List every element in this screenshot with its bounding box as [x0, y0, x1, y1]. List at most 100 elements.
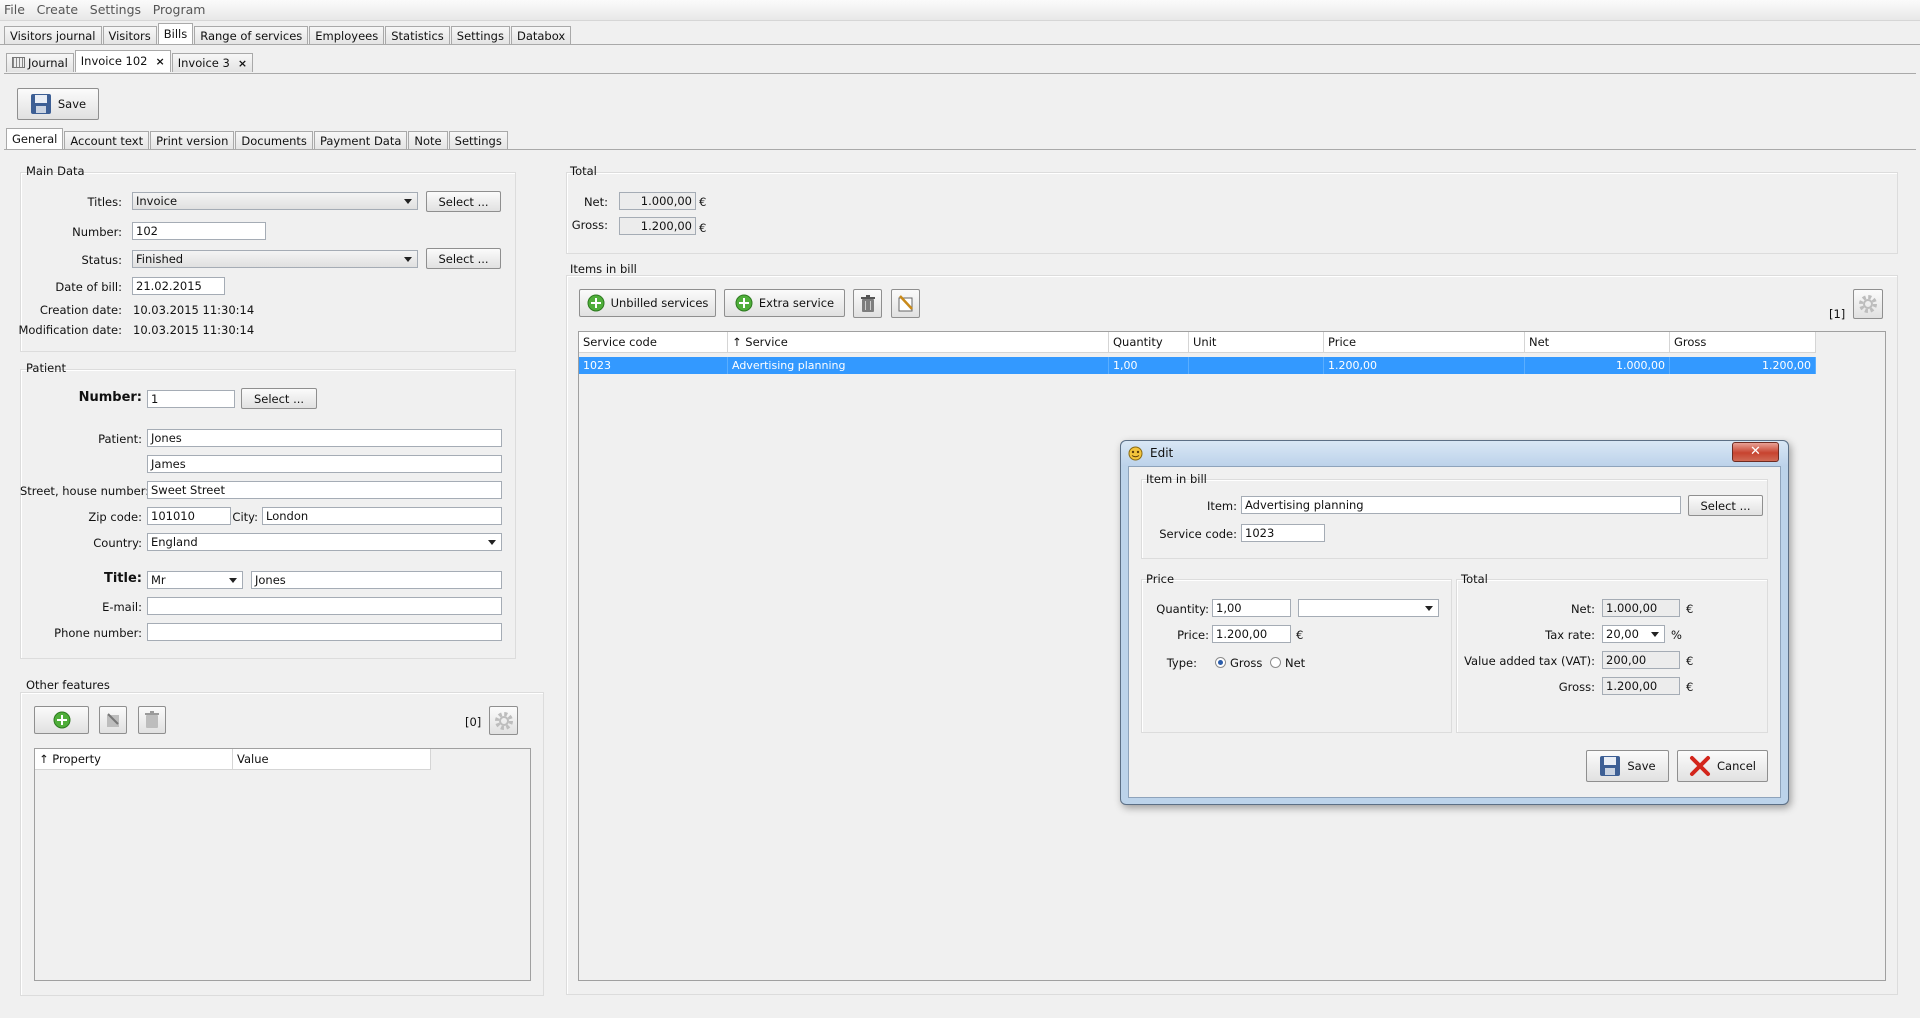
tab-settings[interactable]: Settings	[450, 26, 510, 45]
tab-bills[interactable]: Bills	[157, 23, 194, 45]
menu-settings[interactable]: Settings	[86, 0, 145, 17]
tab-journal-label: Journal	[28, 56, 68, 70]
zip-label: Zip code:	[88, 510, 142, 524]
type-label: Type:	[1166, 656, 1197, 670]
column-property[interactable]: ↑ Property	[35, 749, 233, 769]
dialog-close-button[interactable]: ✕	[1732, 442, 1779, 462]
street-input[interactable]: Sweet Street	[147, 481, 502, 499]
country-select[interactable]: England	[147, 533, 502, 551]
column-service[interactable]: ↑ Service	[728, 332, 1109, 352]
features-settings-button[interactable]	[489, 706, 518, 735]
column-value[interactable]: Value	[233, 749, 431, 769]
titles-select-button[interactable]: Select ...	[426, 191, 501, 212]
column-net[interactable]: Net	[1525, 332, 1670, 352]
tab-employees[interactable]: Employees	[309, 26, 385, 45]
titles-select[interactable]: Invoice	[132, 192, 418, 210]
date-of-bill-input[interactable]: 21.02.2015	[132, 277, 225, 295]
unbilled-services-label: Unbilled services	[610, 296, 709, 310]
tab-visitors-journal[interactable]: Visitors journal	[4, 26, 102, 45]
column-quantity[interactable]: Quantity	[1109, 332, 1189, 352]
delete-item-button[interactable]	[853, 289, 882, 318]
table-row[interactable]: 1023 Advertising planning 1,00 1.200,00 …	[579, 357, 1816, 374]
menu-program[interactable]: Program	[149, 0, 210, 17]
close-tab-icon[interactable]: ×	[156, 55, 165, 68]
dialog-cancel-button[interactable]: Cancel	[1677, 750, 1768, 782]
item-input[interactable]: Advertising planning	[1241, 496, 1681, 514]
column-unit[interactable]: Unit	[1189, 332, 1324, 352]
patient-select-button[interactable]: Select ...	[241, 388, 317, 409]
tab-invoice-3[interactable]: Invoice 3 ×	[171, 53, 254, 72]
tab-visitors[interactable]: Visitors	[102, 26, 157, 45]
title-name-input[interactable]: Jones	[251, 571, 502, 589]
tab-invoice-settings[interactable]: Settings	[448, 131, 508, 150]
type-gross-radio[interactable]	[1215, 657, 1226, 668]
tab-note[interactable]: Note	[408, 131, 448, 150]
invoice-number-input[interactable]: 102	[132, 222, 266, 240]
first-name-input[interactable]: James	[147, 455, 502, 473]
unit-select[interactable]	[1298, 599, 1439, 617]
email-input[interactable]	[147, 597, 502, 615]
features-table[interactable]: ↑ Property Value	[34, 748, 531, 981]
dialog-save-button[interactable]: Save	[1586, 750, 1669, 782]
modification-date-label: Modification date:	[18, 323, 122, 337]
delete-feature-button[interactable]	[138, 706, 166, 734]
price-input[interactable]: 1.200,00	[1212, 625, 1291, 643]
unbilled-services-button[interactable]: Unbilled services	[579, 289, 716, 317]
tab-print-version[interactable]: Print version	[150, 131, 235, 150]
edit-item-button[interactable]	[891, 289, 920, 318]
tax-percent: %	[1671, 628, 1682, 642]
column-service-code[interactable]: Service code	[579, 332, 728, 352]
close-tab-icon[interactable]: ×	[238, 57, 247, 70]
sub-tabs-divider	[4, 149, 1916, 150]
tab-databox[interactable]: Databox	[510, 26, 572, 45]
save-button[interactable]: Save	[17, 88, 99, 120]
column-price[interactable]: Price	[1324, 332, 1525, 352]
menu-file[interactable]: File	[0, 0, 29, 17]
city-input[interactable]: London	[262, 507, 502, 525]
vat-currency: €	[1686, 654, 1694, 668]
tab-general[interactable]: General	[6, 128, 64, 150]
add-feature-button[interactable]	[34, 706, 89, 734]
add-icon	[735, 294, 753, 312]
dialog-title: Edit	[1150, 446, 1174, 460]
modification-date-value: 10.03.2015 11:30:14	[133, 323, 255, 337]
main-tabs-divider	[0, 44, 1920, 45]
zip-input[interactable]: 101010	[147, 507, 231, 525]
phone-input[interactable]	[147, 623, 502, 641]
chevron-down-icon	[1651, 632, 1659, 637]
net-currency: €	[699, 195, 707, 209]
titles-value: Invoice	[136, 194, 178, 208]
title-label: Title:	[103, 571, 142, 586]
street-label: Street, house number:	[20, 484, 150, 498]
last-name-input[interactable]: Jones	[147, 429, 502, 447]
total-title: Total	[570, 164, 597, 178]
column-gross[interactable]: Gross	[1670, 332, 1816, 352]
tab-journal[interactable]: Journal	[6, 53, 74, 72]
type-net-radio[interactable]	[1270, 657, 1281, 668]
edit-feature-button[interactable]	[99, 706, 127, 734]
tab-range-of-services[interactable]: Range of services	[194, 26, 309, 45]
items-settings-button[interactable]	[1853, 289, 1883, 319]
chevron-down-icon	[404, 199, 412, 204]
cell-price: 1.200,00	[1324, 357, 1525, 374]
tab-invoice-102[interactable]: Invoice 102 ×	[74, 50, 171, 72]
tab-documents[interactable]: Documents	[235, 131, 313, 150]
dialog-titlebar[interactable]: Edit ✕	[1121, 441, 1788, 466]
tax-rate-value: 20,00	[1606, 627, 1639, 641]
title-select[interactable]: Mr	[147, 571, 243, 589]
status-select-button[interactable]: Select ...	[426, 248, 501, 269]
extra-service-button[interactable]: Extra service	[724, 289, 845, 317]
tab-payment-data[interactable]: Payment Data	[313, 131, 408, 150]
patient-number-input[interactable]: 1	[147, 390, 235, 408]
cell-service: Advertising planning	[728, 357, 1109, 374]
item-select-button[interactable]: Select ...	[1688, 495, 1763, 516]
chevron-down-icon	[404, 257, 412, 262]
cell-net: 1.000,00	[1525, 357, 1670, 374]
service-code-input[interactable]: 1023	[1241, 524, 1325, 542]
tab-account-text[interactable]: Account text	[64, 131, 150, 150]
tab-statistics[interactable]: Statistics	[385, 26, 450, 45]
status-select[interactable]: Finished	[132, 250, 418, 268]
quantity-input[interactable]: 1,00	[1212, 599, 1291, 617]
menu-create[interactable]: Create	[33, 0, 83, 17]
tax-rate-select[interactable]: 20,00	[1602, 625, 1665, 643]
